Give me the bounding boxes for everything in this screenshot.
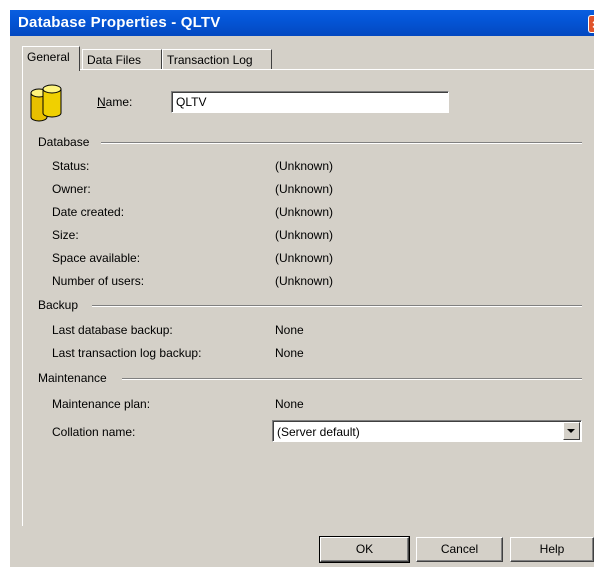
backup-divider [92,305,582,307]
last-log-backup-value: None [275,346,304,360]
collation-name-select[interactable]: (Server default) [272,420,582,442]
number-of-users-label: Number of users: [52,274,145,288]
dialog-body: General Data Files Transaction Log [10,36,594,567]
space-available-value: (Unknown) [275,251,334,265]
date-created-value: (Unknown) [275,205,334,219]
name-label: Name: [97,95,133,109]
status-value: (Unknown) [275,159,334,173]
tab-general[interactable]: General [22,46,80,71]
date-created-label: Date created: [52,205,125,219]
tab-transaction-log-label: Transaction Log [167,53,253,67]
maintenance-section-heading: Maintenance [38,371,107,385]
ok-button[interactable]: OK [319,536,410,563]
maintenance-plan-label: Maintenance plan: [52,397,151,411]
size-value: (Unknown) [275,228,334,242]
dropdown-button[interactable] [563,422,580,440]
number-of-users-value: (Unknown) [275,274,334,288]
general-tab-panel [22,69,594,526]
name-field[interactable] [171,91,449,113]
owner-value: (Unknown) [275,182,334,196]
database-section-heading: Database [38,135,90,149]
tab-data-files-label: Data Files [87,53,142,67]
last-database-backup-value: None [275,323,304,337]
maintenance-divider [122,378,582,380]
maintenance-plan-value: None [275,397,304,411]
collation-name-label: Collation name: [52,425,136,439]
database-icon [30,84,62,122]
close-button[interactable]: × [588,15,594,33]
window-title: Database Properties - QLTV [18,14,221,31]
owner-label: Owner: [52,182,91,196]
last-database-backup-label: Last database backup: [52,323,173,337]
tab-transaction-log[interactable]: Transaction Log [162,49,272,70]
backup-section-heading: Backup [38,298,79,312]
size-label: Size: [52,228,79,242]
tab-data-files[interactable]: Data Files [82,49,162,70]
status-label: Status: [52,159,90,173]
title-bar[interactable]: Database Properties - QLTV × [10,10,594,36]
chevron-down-icon [567,429,575,433]
tab-general-label: General [27,50,70,64]
last-log-backup-label: Last transaction log backup: [52,346,202,360]
cancel-button[interactable]: Cancel [416,537,503,562]
collation-selected-value: (Server default) [277,425,360,439]
space-available-label: Space available: [52,251,141,265]
help-button[interactable]: Help [510,537,594,562]
database-divider [101,142,582,144]
